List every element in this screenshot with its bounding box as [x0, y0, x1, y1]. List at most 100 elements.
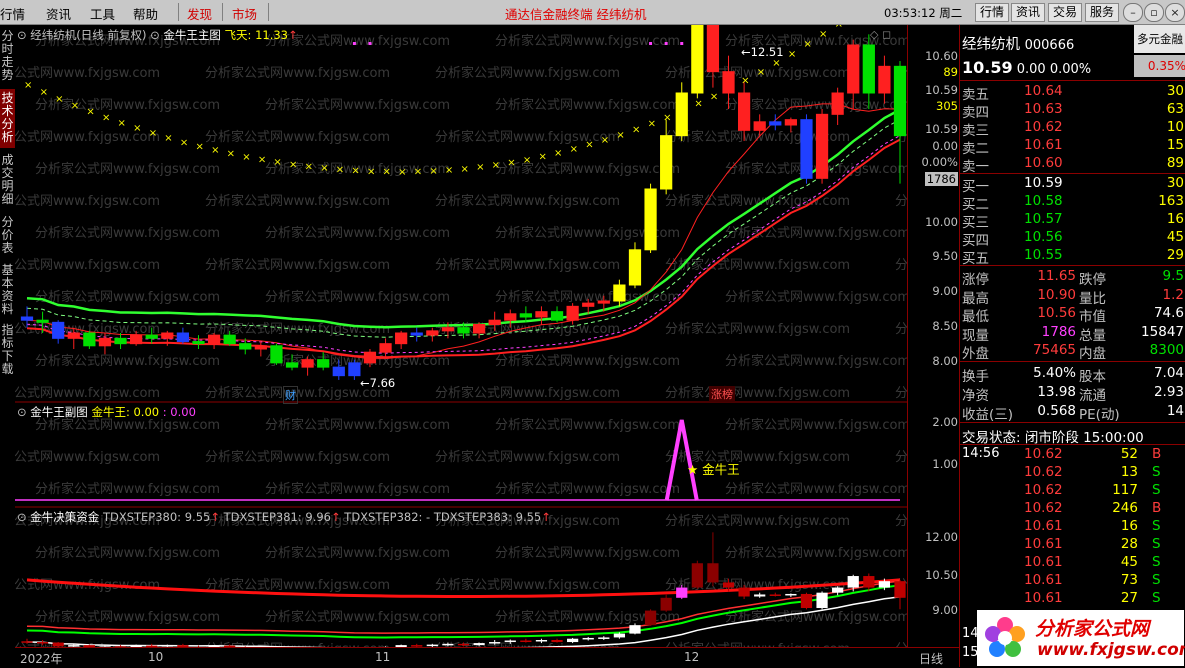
watermark-text: 分析家公式网www.fxjgsw.com [15, 193, 160, 209]
bottom-candle-body [832, 587, 844, 593]
candle-body [410, 332, 423, 336]
finance-badge[interactable]: 财 [283, 386, 298, 404]
bottom-candle-body [660, 597, 672, 611]
tab-technical[interactable]: 技术分析 [0, 89, 15, 148]
bottom-candle-body [644, 610, 657, 626]
minimize-icon[interactable]: – [1123, 3, 1143, 22]
ask-row[interactable]: 卖三 10.62 10 [962, 119, 1184, 139]
watermark-text: 分析家公式网www.fxjgsw.com [495, 97, 680, 113]
collapse-icon[interactable]: ⊙ [17, 405, 27, 419]
x-label: 11 [375, 650, 391, 664]
watermark-text: 分析家公式网www.fxjgsw.com [35, 289, 220, 305]
candle-body [613, 284, 626, 302]
tick-row: 10.61 73 S [962, 572, 1184, 590]
ask-row[interactable]: 卖二 10.61 15 [962, 137, 1184, 157]
watermark-text: 分析家公式网www.fxjgsw.com [665, 321, 850, 337]
fly-x-marker: × [164, 133, 172, 144]
ask-volume: 63 [1166, 101, 1184, 117]
indicator-name[interactable]: 金牛王主图 [163, 28, 221, 42]
price-change-pct: 0.00% [1049, 62, 1092, 77]
ask-row[interactable]: 卖四 10.63 63 [962, 101, 1184, 121]
bottom-candle-body [520, 640, 532, 643]
x-label: 2022年 [20, 652, 63, 666]
sub-indicator-name[interactable]: 金牛王副图 [30, 405, 88, 419]
stat-row: 最低 10.56 市值 74.6 [962, 305, 1184, 325]
restore-icon[interactable]: ▫ [1144, 3, 1164, 22]
tab-price-table[interactable]: 分价表 [0, 213, 15, 260]
bid-row[interactable]: 买五 10.55 29 [962, 247, 1184, 267]
bid-row[interactable]: 买一 10.59 30 [962, 175, 1184, 195]
fly-x-marker: × [40, 87, 48, 98]
ask-row[interactable]: 卖一 10.60 89 [962, 155, 1184, 175]
collapse-icon[interactable]: ⊙ [17, 28, 27, 42]
diamond-icon[interactable]: ◇ ◻ [870, 28, 891, 41]
bid-price: 10.56 [1024, 229, 1063, 245]
bottom-candle-body [691, 563, 703, 588]
bottom-candle-body [769, 594, 781, 596]
menu-news[interactable]: 资讯 [46, 4, 71, 23]
signal-dot [664, 42, 668, 45]
y-label: 8.50 [932, 319, 958, 333]
bottom-candle-body [894, 581, 906, 598]
bid-row[interactable]: 买三 10.57 16 [962, 211, 1184, 231]
menu-help[interactable]: 帮助 [133, 4, 158, 23]
btn-news[interactable]: 资讯 [1011, 3, 1045, 22]
stat-row: 外盘 75465 内盘 8300 [962, 342, 1184, 362]
tick-side: S [1152, 518, 1161, 534]
collapse-icon[interactable]: ⊙ [17, 510, 27, 524]
x-label: 12 [684, 650, 700, 664]
tick-volume: 13 [1120, 464, 1138, 480]
step382: TDXSTEP382: - [344, 510, 431, 524]
fund-value: 0.568 [1037, 403, 1076, 419]
tick-price: 10.62 [1024, 500, 1063, 516]
menu-quotes[interactable]: 行情 [0, 4, 25, 23]
watermark-text: 分析家公式网www.fxjgsw.com [35, 225, 220, 241]
ask-price: 10.64 [1024, 83, 1063, 99]
tab-profile[interactable]: 基本资料 [0, 261, 15, 320]
candle-body [488, 319, 501, 325]
btn-quotes[interactable]: 行情 [975, 3, 1009, 22]
bottom-indicator-name[interactable]: 金牛决策资金 [30, 510, 99, 524]
stat-value: 10.90 [1037, 286, 1076, 303]
stock-period-label: 经纬纺机(日线 前复权) [30, 28, 147, 42]
clock: 03:53:12 周二 [884, 6, 963, 20]
stat-row: 现量 1786 总量 15847 [962, 324, 1184, 344]
btn-service[interactable]: 服务 [1085, 3, 1119, 22]
bid-row[interactable]: 买四 10.56 45 [962, 229, 1184, 249]
bid-row[interactable]: 买二 10.58 163 [962, 193, 1184, 213]
main-pane-header: ⊙ 经纬纺机(日线 前复权) ⊙ 金牛王主图 飞天: 11.33↑ [17, 28, 298, 42]
tick-price: 10.61 [1024, 572, 1063, 588]
menu-discover[interactable]: 发现 [187, 4, 212, 23]
sector-label[interactable]: 多元金融 [1134, 25, 1185, 53]
watermark-text: 分析家公式网www.fxjgsw.com [265, 289, 450, 305]
menu-divider [222, 3, 223, 21]
fly-x-marker: × [710, 91, 718, 102]
tab-trades[interactable]: 成交明细 [0, 151, 15, 210]
btn-trade[interactable]: 交易 [1048, 3, 1082, 22]
watermark-text: 分析家公式网www.fxjgsw.com [495, 353, 680, 369]
period-label[interactable]: 日线 [919, 650, 943, 667]
ask-row[interactable]: 卖五 10.64 30 [962, 83, 1184, 103]
tab-intraday[interactable]: 分时走势 [0, 27, 15, 86]
bottom-candle-body [598, 637, 610, 639]
fly-x-marker: × [305, 161, 313, 172]
high-price-label: ←12.51 [741, 45, 784, 59]
menu-market[interactable]: 市场 [232, 4, 257, 23]
kline-chart[interactable]: 分析家公式网www.fxjgsw.com 分析家公式网www.fxjgsw.com… [15, 25, 907, 647]
candle-body [98, 337, 112, 347]
close-icon[interactable]: × [1165, 3, 1185, 22]
menu-tools[interactable]: 工具 [90, 4, 115, 23]
tick-row: 10.62 117 S [962, 482, 1184, 500]
fly-x-marker: × [86, 106, 94, 117]
chart-area[interactable]: 分析家公式网www.fxjgsw.com 分析家公式网www.fxjgsw.com… [15, 25, 907, 647]
top-list-badge[interactable]: 涨榜 [709, 386, 735, 402]
collapse-icon[interactable]: ⊙ [150, 28, 160, 42]
low-price-label: ←7.66 [360, 376, 396, 390]
tab-indicator-download[interactable]: 指标下载 [0, 321, 15, 380]
fly-x-marker: × [24, 80, 32, 91]
bottom-candle-body [629, 625, 641, 634]
bid-label: 买四 [962, 233, 989, 249]
fly-x-marker: × [227, 149, 235, 160]
watermark-text: 分析家公式网www.fxjgsw.com [265, 609, 450, 625]
signal-dot [649, 42, 653, 45]
